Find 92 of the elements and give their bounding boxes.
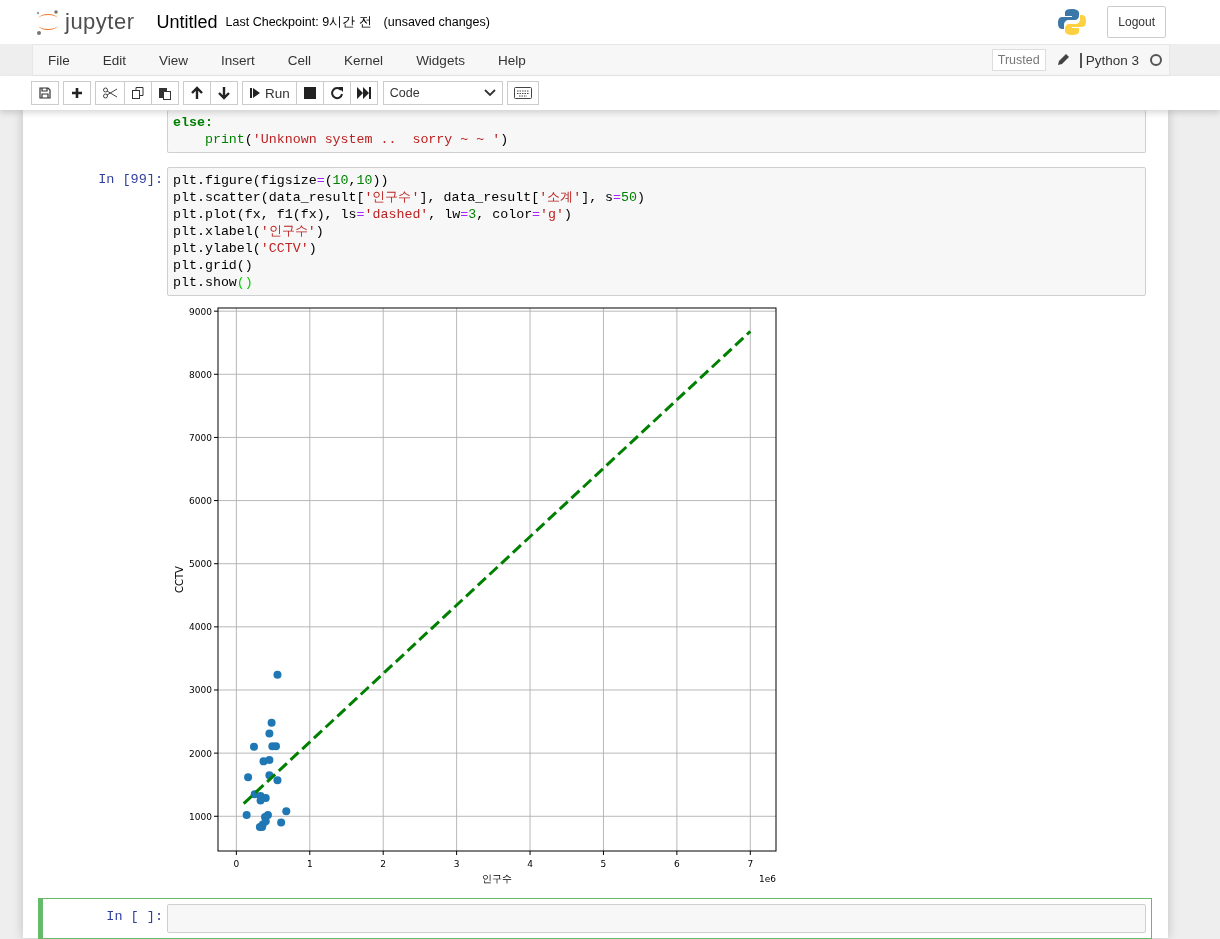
trusted-indicator[interactable]: Trusted [991,49,1046,71]
fast-forward-icon [356,87,371,99]
menu-item[interactable]: Insert [221,52,270,68]
data-point [265,729,274,738]
data-point [261,793,270,802]
cell-type-dropdown[interactable]: Code [382,81,503,105]
tick-label: 1000 [189,811,212,822]
selected-cell[interactable]: In [ ]: [38,898,1152,939]
code-line: plt.plot(fx, f1(fx), ls='dashed', lw=3, color='g') [173,206,574,223]
paste-button[interactable] [151,81,179,105]
menu-item[interactable]: Cell [287,52,327,68]
data-point [282,807,291,816]
code-input[interactable] [167,904,1146,933]
data-point [277,818,286,827]
restart-button[interactable] [322,81,351,105]
tick-label: 3000 [189,685,212,696]
scissors-icon [102,86,118,100]
cut-button[interactable] [95,81,125,105]
code-line: print('Unknown system .. sorry ~ ~ ') [203,131,510,148]
run-all-button[interactable] [349,81,378,105]
save-button[interactable] [31,81,59,105]
copy-icon [131,86,145,100]
menu-item[interactable]: Widgets [416,52,480,68]
checkpoint-text: Last Checkpoint: 9시간 전 [225,13,372,31]
code-line: else: [173,114,214,131]
tick-label: 4 [527,859,533,869]
data-point [244,773,253,782]
tick-label: 7 [747,859,754,869]
tick-label: 2 [380,859,387,869]
tick-label: 1 [306,859,313,869]
code-line: plt.xlabel('인구수') [173,223,325,240]
code-line: plt.show() [173,274,254,291]
arrow-down-icon [217,86,231,100]
floppy-icon [38,86,52,100]
tick-label: 9000 [189,306,212,317]
tick-label: 7000 [189,432,212,443]
kernel-name: Python 3 [1079,52,1139,68]
code-line: plt.grid() [173,257,254,274]
logout-button[interactable]: Logout [1107,6,1166,38]
logo-icon [1057,7,1088,37]
caret-icon [483,89,496,97]
save-status: (unsaved changes) [383,15,490,29]
run-button[interactable]: Run [242,81,297,105]
x-axis-label: 인구수 [482,873,512,884]
tick-label: 2000 [189,748,212,759]
move-down-button[interactable] [210,81,238,105]
move-up-button[interactable] [183,81,211,105]
notebook-name[interactable]: Untitled [156,11,218,33]
axis-offset-label: 1e6 [759,874,776,884]
code-line: plt.scatter(data_result['인구수'], data_result['소계'], s=50) [173,189,646,206]
keyboard-button[interactable] [506,81,539,105]
data-point [256,796,265,805]
paste-icon [158,86,172,100]
data-point [250,742,258,751]
code-input[interactable]: plt.figure(figsize=(10,10)) plt.scatter(data_result['인구수'], data_result['소계'], s=50) plt.plot(fx, f1(fx), ls='dashed', lw=3, color='g') plt.xlabel('인구수') plt.ylabel('CCTV') plt.grid() plt.show() [167,167,1146,296]
logo-icon [35,8,61,36]
keyboard-icon [513,87,532,99]
add-cell-button[interactable] [63,81,91,105]
arrow-up-icon [190,86,204,100]
logo-text[interactable]: jupyter [65,9,135,35]
tick-label: 0 [233,859,240,869]
stop-icon [303,87,316,99]
data-point [265,771,274,780]
input-prompt: In [99]: [98,172,163,187]
code-line: plt.ylabel('CCTV') [173,240,318,257]
y-axis-label: CCTV [174,566,185,593]
menu-item[interactable]: File [48,52,85,68]
restart-icon [329,86,344,100]
pencil-icon[interactable] [1055,53,1070,67]
step-icon [249,87,261,99]
tick-label: 6 [674,859,680,869]
tick-label: 5000 [189,559,212,570]
tick-label: 6000 [189,496,212,507]
tick-label: 3 [453,859,460,869]
plus-icon [70,86,84,100]
data-point [242,811,251,819]
input-prompt: In [ ]: [106,909,163,924]
stop-button[interactable] [295,81,324,105]
menu-item[interactable]: View [159,52,204,68]
data-point [265,756,274,765]
data-point [273,670,282,679]
data-point [273,776,282,785]
tick-label: 4000 [189,622,212,633]
menu-item[interactable]: Kernel [344,52,399,68]
data-point [267,718,276,727]
copy-button[interactable] [124,81,152,105]
menu-item[interactable]: Help [497,52,541,68]
tick-label: 8000 [189,369,212,380]
tick-label: 5 [600,859,607,869]
menu-item[interactable]: Edit [102,52,142,68]
code-input[interactable]: else: print('Unknown system .. sorry ~ ~ ') [167,110,1146,153]
code-line: plt.figure(figsize=(10,10)) [173,172,390,189]
